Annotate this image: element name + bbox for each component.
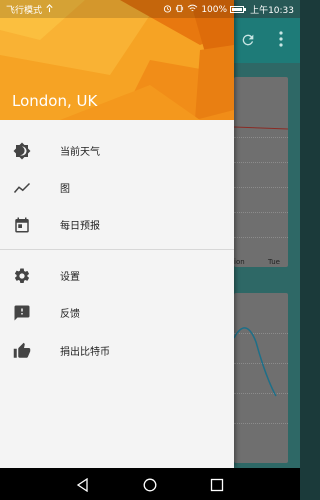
refresh-icon[interactable] <box>240 32 256 52</box>
temperature-chart-card: ion Tue <box>234 77 288 267</box>
temperature-line <box>234 126 288 130</box>
back-icon[interactable] <box>76 477 90 496</box>
wifi-icon <box>187 4 198 16</box>
menu-item-settings[interactable]: 设置 <box>0 258 234 294</box>
menu-item-current-weather[interactable]: 当前天气 <box>0 133 234 169</box>
menu-item-donate-bitcoin[interactable]: 捐出比特币 <box>0 333 234 369</box>
airplane-mode-text: 飞行模式 <box>6 6 43 16</box>
day-label-1: ion <box>234 258 245 266</box>
menu-label-graphs: 图 <box>60 184 70 195</box>
battery-percent: 100% <box>201 4 228 15</box>
status-bar: 飞行模式 100% 上午10:33 <box>0 0 300 18</box>
thumb-up-icon <box>13 342 31 360</box>
drawer-header: London, UK <box>0 0 234 120</box>
menu-item-daily-forecast[interactable]: 每日预报 <box>0 207 234 243</box>
system-navigation-bar <box>0 468 300 500</box>
vibrate-icon <box>175 4 184 16</box>
gear-icon <box>13 267 31 285</box>
clock: 上午10:33 <box>250 6 294 16</box>
menu-label-current-weather: 当前天气 <box>60 147 100 158</box>
feedback-icon <box>13 304 31 322</box>
signal-icon <box>45 3 54 16</box>
home-icon[interactable] <box>143 477 157 496</box>
menu-item-graphs[interactable]: 图 <box>0 170 234 206</box>
alarm-icon <box>163 4 172 16</box>
menu-label-donate-bitcoin: 捐出比特币 <box>60 347 110 358</box>
brightness-icon <box>13 142 31 160</box>
menu-label-feedback: 反馈 <box>60 309 80 320</box>
more-options-icon[interactable] <box>278 31 284 50</box>
day-label-2: Tue <box>268 258 280 266</box>
menu-label-daily-forecast: 每日预报 <box>60 221 100 232</box>
calendar-icon <box>13 216 31 234</box>
menu-item-feedback[interactable]: 反馈 <box>0 295 234 331</box>
location-title: London, UK <box>12 92 98 110</box>
recents-icon[interactable] <box>210 477 224 496</box>
trending-chart-icon <box>13 179 31 197</box>
menu-divider <box>0 249 234 250</box>
forecast-curve <box>234 327 277 397</box>
battery-icon <box>230 6 247 13</box>
menu-label-settings: 设置 <box>60 272 80 283</box>
navigation-drawer: London, UK 当前天气 图 每日预报 设置 反馈 捐出比特币 <box>0 0 234 468</box>
